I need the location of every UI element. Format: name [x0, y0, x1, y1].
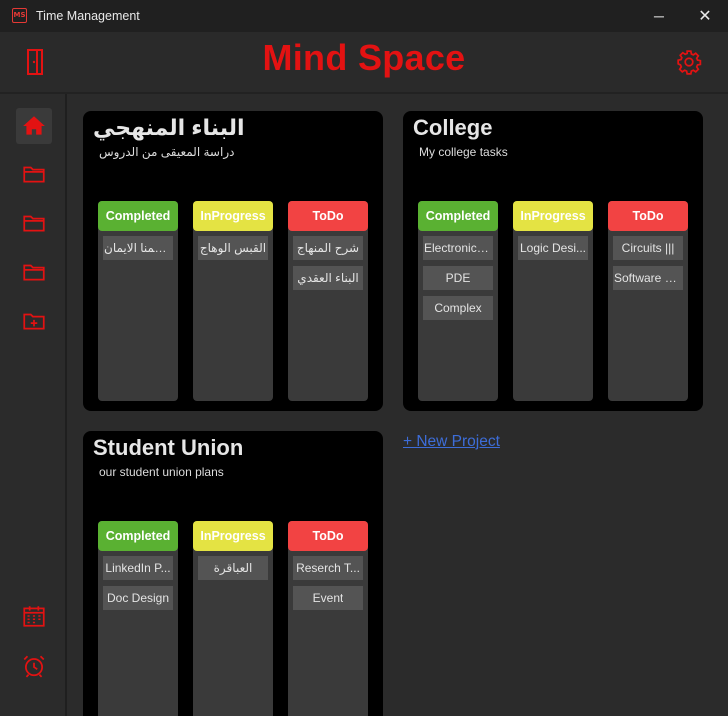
- project-card[interactable]: البناء المنهجي دراسة المعيقى من الدروس C…: [83, 111, 383, 411]
- app-window: MS Time Management ─ ✕ Mind Space البناء…: [0, 0, 728, 716]
- title-bar: MS Time Management ─ ✕: [0, 0, 728, 32]
- project-description: My college tasks: [419, 145, 508, 159]
- alarm-icon: [23, 655, 45, 678]
- task-item[interactable]: البناء العقدي: [293, 266, 363, 290]
- column-completed: Completed LinkedIn P... Doc Design: [98, 521, 178, 716]
- project-description: our student union plans: [99, 465, 224, 479]
- sidebar-folder-button-3[interactable]: [16, 254, 52, 290]
- sidebar-calendar-button[interactable]: [16, 598, 52, 634]
- sidebar: [0, 94, 67, 716]
- folder-add-icon: [23, 313, 45, 330]
- projects-area: البناء المنهجي دراسة المعيقى من الدروس C…: [69, 96, 728, 716]
- folder-icon: [23, 264, 45, 281]
- sidebar-home-button[interactable]: [16, 108, 52, 144]
- column-header-completed[interactable]: Completed: [98, 201, 178, 231]
- app-icon: MS: [12, 8, 27, 23]
- brand-title: Mind Space: [262, 37, 466, 78]
- task-item[interactable]: شرح المنهاج: [293, 236, 363, 260]
- column-inprogress: InProgress العباقرة: [193, 521, 273, 716]
- column-header-inprogress[interactable]: InProgress: [193, 521, 273, 551]
- column-todo: ToDo شرح المنهاج البناء العقدي: [288, 201, 368, 401]
- sidebar-folder-button-2[interactable]: [16, 205, 52, 241]
- folder-icon: [23, 215, 45, 232]
- new-project-link[interactable]: + New Project: [403, 433, 500, 451]
- column-inprogress: InProgress Logic Desi...: [513, 201, 593, 401]
- column-header-completed[interactable]: Completed: [418, 201, 498, 231]
- folder-icon: [23, 166, 45, 183]
- sidebar-add-folder-button[interactable]: [16, 303, 52, 339]
- task-item[interactable]: القبس الوهاج: [198, 236, 268, 260]
- column-todo: ToDo Circuits ||| Software E...: [608, 201, 688, 401]
- project-title: Student Union: [93, 435, 244, 460]
- column-todo: ToDo Reserch T... Event: [288, 521, 368, 716]
- home-icon: [23, 116, 45, 135]
- sidebar-folder-button-1[interactable]: [16, 156, 52, 192]
- column-header-inprogress[interactable]: InProgress: [513, 201, 593, 231]
- task-item[interactable]: Reserch T...: [293, 556, 363, 580]
- column-inprogress: InProgress القبس الوهاج: [193, 201, 273, 401]
- column-completed: Completed Electronics || PDE Complex: [418, 201, 498, 401]
- task-item[interactable]: Software E...: [613, 266, 683, 290]
- calendar-icon: [23, 606, 45, 627]
- column-header-todo[interactable]: ToDo: [608, 201, 688, 231]
- window-title: Time Management: [36, 9, 140, 23]
- project-title: College: [413, 115, 493, 140]
- app-header: Mind Space: [0, 32, 728, 94]
- task-item[interactable]: Logic Desi...: [518, 236, 588, 260]
- column-header-todo[interactable]: ToDo: [288, 201, 368, 231]
- task-item[interactable]: Doc Design: [103, 586, 173, 610]
- task-item[interactable]: Electronics ||: [423, 236, 493, 260]
- task-item[interactable]: Event: [293, 586, 363, 610]
- task-item[interactable]: العباقرة: [198, 556, 268, 580]
- gear-icon[interactable]: [676, 49, 702, 75]
- sidebar-alarm-button[interactable]: [16, 648, 52, 684]
- column-completed: Completed فحطمنا الايمان: [98, 201, 178, 401]
- minimize-button[interactable]: ─: [636, 0, 682, 32]
- task-item[interactable]: PDE: [423, 266, 493, 290]
- close-button[interactable]: ✕: [682, 0, 728, 32]
- column-header-todo[interactable]: ToDo: [288, 521, 368, 551]
- project-card[interactable]: College My college tasks Completed Elect…: [403, 111, 703, 411]
- task-item[interactable]: Circuits |||: [613, 236, 683, 260]
- column-header-inprogress[interactable]: InProgress: [193, 201, 273, 231]
- column-header-completed[interactable]: Completed: [98, 521, 178, 551]
- project-card[interactable]: Student Union our student union plans Co…: [83, 431, 383, 716]
- task-item[interactable]: LinkedIn P...: [103, 556, 173, 580]
- task-item[interactable]: فحطمنا الايمان: [103, 236, 173, 260]
- project-description: دراسة المعيقى من الدروس: [99, 145, 235, 159]
- project-title: البناء المنهجي: [93, 115, 245, 140]
- task-item[interactable]: Complex: [423, 296, 493, 320]
